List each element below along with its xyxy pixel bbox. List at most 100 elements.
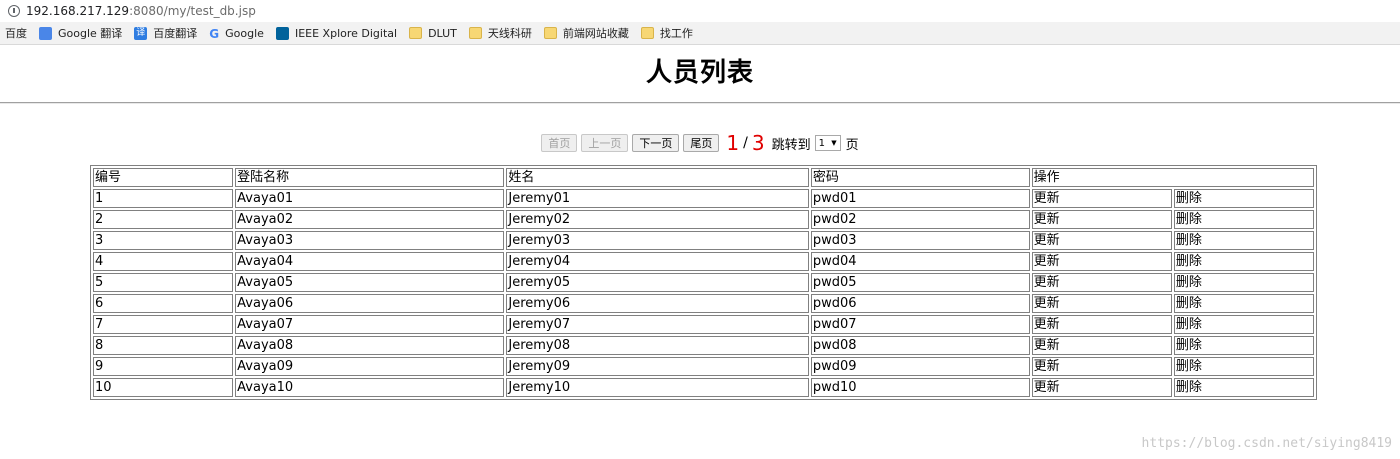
cell-password: pwd05 — [810, 273, 1030, 292]
divider — [0, 102, 1400, 104]
delete-link[interactable]: 删除 — [1173, 315, 1314, 334]
jump-page-value: 1 — [818, 137, 825, 149]
delete-link[interactable]: 删除 — [1173, 189, 1314, 208]
folder-icon — [409, 27, 423, 39]
cell-id: 3 — [93, 231, 234, 250]
cell-login: Avaya08 — [235, 336, 505, 355]
table-row: 7 Avaya07 Jeremy07 pwd07 更新 删除 — [93, 315, 1314, 334]
update-link[interactable]: 更新 — [1031, 378, 1172, 397]
cell-password: pwd07 — [810, 315, 1030, 334]
cell-name: Jeremy10 — [506, 378, 809, 397]
update-link[interactable]: 更新 — [1031, 252, 1172, 271]
last-page-button[interactable]: 尾页 — [683, 134, 720, 152]
header-id: 编号 — [93, 168, 234, 187]
update-link[interactable]: 更新 — [1031, 273, 1172, 292]
cell-password: pwd06 — [810, 294, 1030, 313]
update-link[interactable]: 更新 — [1031, 189, 1172, 208]
delete-link[interactable]: 删除 — [1173, 231, 1314, 250]
bookmark-folder-frontend[interactable]: 前端网站收藏 — [543, 25, 629, 41]
jump-page-select[interactable]: 1 ▼ — [814, 135, 841, 151]
address-bar[interactable]: 192.168.217.129:8080/my/test_db.jsp — [0, 0, 1400, 23]
cell-login: Avaya10 — [235, 378, 505, 397]
cell-password: pwd10 — [810, 378, 1030, 397]
header-login: 登陆名称 — [235, 168, 505, 187]
table-row: 2 Avaya02 Jeremy02 pwd02 更新 删除 — [93, 210, 1314, 229]
cell-password: pwd03 — [810, 231, 1030, 250]
cell-id: 1 — [93, 189, 234, 208]
ieee-icon — [275, 26, 289, 40]
delete-link[interactable]: 删除 — [1173, 378, 1314, 397]
cell-name: Jeremy06 — [506, 294, 809, 313]
baidu-translate-icon: 译 — [134, 26, 148, 40]
bookmark-google-translate[interactable]: Google 翻译 — [39, 25, 122, 41]
bookmark-folder-dlut[interactable]: DLUT — [409, 27, 457, 40]
cell-login: Avaya06 — [235, 294, 505, 313]
delete-link[interactable]: 删除 — [1173, 273, 1314, 292]
prev-page-button[interactable]: 上一页 — [581, 134, 629, 152]
table-row: 4 Avaya04 Jeremy04 pwd04 更新 删除 — [93, 252, 1314, 271]
table-row: 6 Avaya06 Jeremy06 pwd06 更新 删除 — [93, 294, 1314, 313]
bookmark-baidu[interactable]: 百度 — [5, 25, 27, 41]
cell-name: Jeremy09 — [506, 357, 809, 376]
current-page: 1 — [726, 131, 740, 155]
update-link[interactable]: 更新 — [1031, 294, 1172, 313]
update-link[interactable]: 更新 — [1031, 231, 1172, 250]
header-password: 密码 — [810, 168, 1030, 187]
bookmark-label: DLUT — [428, 26, 457, 40]
cell-login: Avaya04 — [235, 252, 505, 271]
cell-name: Jeremy04 — [506, 252, 809, 271]
delete-link[interactable]: 删除 — [1173, 252, 1314, 271]
cell-name: Jeremy07 — [506, 315, 809, 334]
folder-icon — [468, 27, 482, 39]
bookmark-label: Google — [225, 26, 264, 40]
info-icon[interactable] — [8, 5, 20, 17]
table-row: 1 Avaya01 Jeremy01 pwd01 更新 删除 — [93, 189, 1314, 208]
update-link[interactable]: 更新 — [1031, 315, 1172, 334]
table-row: 9 Avaya09 Jeremy09 pwd09 更新 删除 — [93, 357, 1314, 376]
cell-login: Avaya09 — [235, 357, 505, 376]
update-link[interactable]: 更新 — [1031, 336, 1172, 355]
cell-login: Avaya05 — [235, 273, 505, 292]
bookmark-folder-antenna[interactable]: 天线科研 — [468, 25, 532, 41]
chevron-down-icon: ▼ — [831, 139, 837, 147]
header-name: 姓名 — [506, 168, 809, 187]
bookmark-baidu-translate[interactable]: 译 百度翻译 — [134, 25, 197, 41]
bookmarks-bar: 百度 Google 翻译 译 百度翻译 G Google IEEE Xplore… — [0, 22, 1400, 45]
header-actions: 操作 — [1031, 168, 1314, 187]
bookmark-google[interactable]: G Google — [209, 26, 264, 41]
bookmark-folder-jobs[interactable]: 找工作 — [640, 25, 693, 41]
bookmark-label: 天线科研 — [487, 27, 532, 40]
google-translate-icon — [39, 26, 52, 40]
cell-id: 6 — [93, 294, 234, 313]
cell-id: 9 — [93, 357, 234, 376]
delete-link[interactable]: 删除 — [1173, 294, 1314, 313]
cell-name: Jeremy01 — [506, 189, 809, 208]
bookmark-ieee[interactable]: IEEE Xplore Digital — [275, 26, 398, 40]
cell-name: Jeremy08 — [506, 336, 809, 355]
pagination: 首页 上一页 下一页 尾页 1 / 3 跳转到 1 ▼ 页 — [0, 131, 1400, 155]
cell-login: Avaya02 — [235, 210, 505, 229]
cell-login: Avaya01 — [235, 189, 505, 208]
delete-link[interactable]: 删除 — [1173, 336, 1314, 355]
delete-link[interactable]: 删除 — [1173, 357, 1314, 376]
cell-id: 7 — [93, 315, 234, 334]
cell-password: pwd08 — [810, 336, 1030, 355]
table-row: 3 Avaya03 Jeremy03 pwd03 更新 删除 — [93, 231, 1314, 250]
cell-id: 2 — [93, 210, 234, 229]
cell-id: 5 — [93, 273, 234, 292]
update-link[interactable]: 更新 — [1031, 210, 1172, 229]
cell-id: 4 — [93, 252, 234, 271]
first-page-button[interactable]: 首页 — [541, 134, 578, 152]
url-host: 192.168.217.129 — [26, 4, 130, 18]
next-page-button[interactable]: 下一页 — [632, 134, 680, 152]
cell-password: pwd04 — [810, 252, 1030, 271]
delete-link[interactable]: 删除 — [1173, 210, 1314, 229]
update-link[interactable]: 更新 — [1031, 357, 1172, 376]
table-row: 8 Avaya08 Jeremy08 pwd08 更新 删除 — [93, 336, 1314, 355]
url-path: :8080/my/test_db.jsp — [129, 4, 256, 18]
bookmark-label: 百度 — [5, 27, 27, 40]
bookmark-label: IEEE Xplore Digital — [294, 26, 398, 40]
jump-label: 跳转到 — [771, 137, 811, 153]
cell-password: pwd09 — [810, 357, 1030, 376]
table-header-row: 编号 登陆名称 姓名 密码 操作 — [93, 168, 1314, 187]
